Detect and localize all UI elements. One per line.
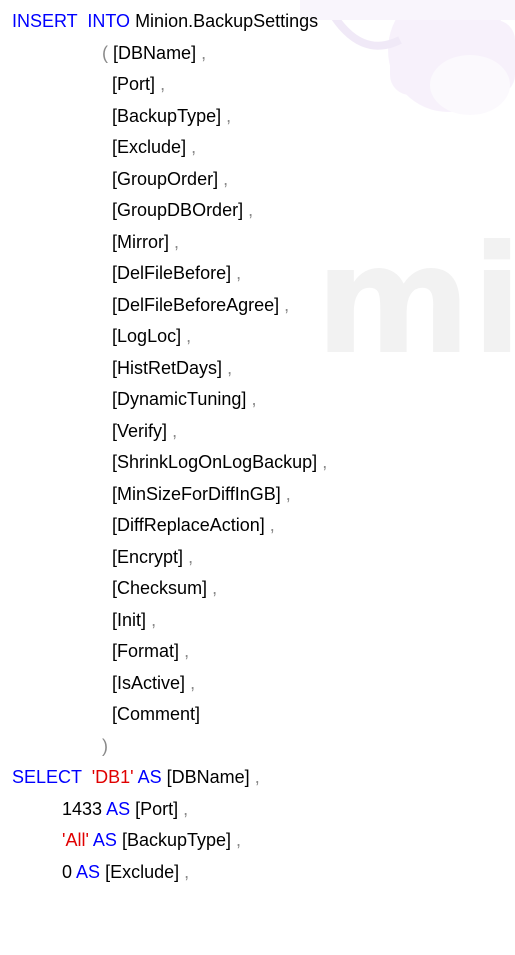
column-line: [Comment] [12,699,327,731]
insert-line: INSERT INTO Minion.BackupSettings [12,6,327,38]
comma-separator: , [322,452,328,472]
column-name: [DBName] [113,42,197,63]
column-line: [GroupOrder] , [12,164,327,196]
select-value-line: 1433 AS [Port] , [12,794,327,826]
watermark-text: minion [315,214,515,388]
comma-separator: , [186,326,192,346]
insert-keyword: INSERT [12,11,78,31]
column-name: [DiffReplaceAction] [112,515,265,535]
into-keyword: INTO [87,11,131,31]
column-line: [Format] , [12,636,327,668]
as-keyword: AS [76,861,101,882]
column-name: [GroupDBOrder] [112,200,244,220]
comma-separator: , [184,641,190,661]
column-line: [MinSizeForDiffInGB] , [12,479,327,511]
comma-separator: , [172,420,178,441]
column-name: [ShrinkLogOnLogBackup] [112,452,318,472]
comma-separator: , [188,546,194,567]
comma-separator: , [191,137,197,157]
select-keyword: SELECT [12,767,82,787]
comma-separator: , [184,861,190,882]
comma-separator: , [284,294,290,315]
as-keyword: AS [106,798,131,819]
column-line: [IsActive] , [12,668,327,700]
column-name: [Mirror] [112,231,170,252]
comma-separator: , [269,515,275,535]
column-name: [Format] [112,641,180,661]
column-line: [Exclude] , [12,132,327,164]
comma-separator: , [227,357,233,378]
comma-separator: , [190,672,196,693]
select-value-line: SELECT 'DB1' AS [DBName] , [12,762,327,794]
column-line: [Mirror] , [12,227,327,259]
column-name: [DelFileBeforeAgree] [112,294,280,315]
select-values: SELECT 'DB1' AS [DBName] , 1433 AS [Port… [12,762,327,888]
column-line: [DelFileBefore] , [12,258,327,290]
close-paren: ) [102,735,109,756]
column-line: [GroupDBOrder] , [12,195,327,227]
select-value-line: 0 AS [Exclude] , [12,857,327,889]
comma-separator: , [174,231,180,252]
comma-separator: , [226,105,232,126]
column-name: [BackupType] [112,105,222,126]
select-value-line: 'All' AS [BackupType] , [12,825,327,857]
column-line: [ShrinkLogOnLogBackup] , [12,447,327,479]
as-keyword: AS [92,830,117,850]
close-paren-line: ) [12,731,327,763]
open-paren: ( [102,42,109,63]
column-name: [Verify] [112,420,168,441]
comma-separator: , [236,263,242,283]
select-value: 0 [62,861,73,882]
column-list: ( [DBName] , [Port] , [BackupType] , [Ex… [12,38,327,731]
as-keyword: AS [137,767,162,787]
column-line: ( [DBName] , [12,38,327,70]
column-line: [Encrypt] , [12,542,327,574]
column-name: [Port] [112,74,156,94]
column-name: [Exclude] [112,137,187,157]
column-name: [HistRetDays] [112,357,223,378]
column-name: [Comment] [112,704,201,724]
select-value: 'All' [62,830,89,850]
column-line: [Checksum] , [12,573,327,605]
comma-separator: , [212,578,218,598]
alias-name: [DBName] [166,767,250,787]
column-line: [DelFileBeforeAgree] , [12,290,327,322]
column-name: [MinSizeForDiffInGB] [112,483,281,504]
alias-name: [BackupType] [121,830,232,850]
comma-separator: , [254,767,260,787]
table-name: Minion.BackupSettings [135,11,319,31]
comma-separator: , [183,798,189,819]
alias-name: [Exclude] [105,861,180,882]
column-line: [DynamicTuning] , [12,384,327,416]
comma-separator: , [160,74,166,94]
select-value: 1433 [62,798,103,819]
comma-separator: , [285,483,291,504]
column-line: [LogLoc] , [12,321,327,353]
column-line: [Verify] , [12,416,327,448]
column-name: [LogLoc] [112,326,182,346]
sql-code-block: INSERT INTO Minion.BackupSettings ( [DBN… [12,6,327,888]
comma-separator: , [251,389,257,409]
comma-separator: , [201,42,207,63]
column-line: [Init] , [12,605,327,637]
column-name: [IsActive] [112,672,186,693]
alias-name: [Port] [135,798,179,819]
column-name: [GroupOrder] [112,168,219,189]
comma-separator: , [236,830,242,850]
column-line: [Port] , [12,69,327,101]
comma-separator: , [223,168,229,189]
select-value: 'DB1' [91,767,134,787]
column-name: [Encrypt] [112,546,184,567]
column-name: [Init] [112,609,147,630]
column-name: [DelFileBefore] [112,263,232,283]
comma-separator: , [248,200,254,220]
comma-separator: , [151,609,157,630]
column-line: [DiffReplaceAction] , [12,510,327,542]
column-line: [BackupType] , [12,101,327,133]
column-name: [DynamicTuning] [112,389,247,409]
column-name: [Checksum] [112,578,208,598]
column-line: [HistRetDays] , [12,353,327,385]
